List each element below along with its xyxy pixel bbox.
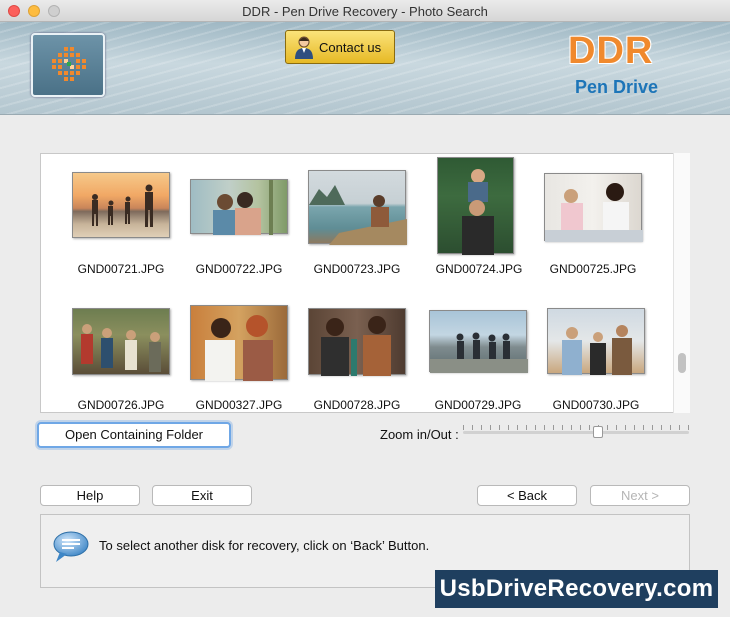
header-banner: Contact us DDR Pen Drive — [0, 22, 730, 115]
brand-name: DDR — [568, 30, 654, 72]
photo-filename: GND00726.JPG — [77, 398, 165, 412]
back-button[interactable]: < Back — [477, 485, 577, 506]
zoom-slider[interactable] — [463, 422, 689, 440]
photo-item[interactable]: GND00728.JPG — [308, 308, 426, 412]
window-title: DDR - Pen Drive Recovery - Photo Search — [242, 4, 488, 19]
status-message: To select another disk for recovery, cli… — [99, 538, 430, 553]
title-bar: DDR - Pen Drive Recovery - Photo Search — [0, 0, 730, 22]
zoom-slider-ticks — [463, 425, 689, 430]
photo-item[interactable]: GND00725.JPG — [544, 173, 662, 282]
photo-thumbnail — [308, 308, 406, 376]
photo-grid: GND00721.JPG GND00722.JPG GND00723.JPG G… — [40, 153, 690, 413]
zoom-label: Zoom in/Out : — [380, 427, 459, 442]
photo-item[interactable]: GND00729.JPG — [429, 310, 547, 412]
photo-filename: GND00721.JPG — [77, 262, 165, 276]
help-button[interactable]: Help — [40, 485, 140, 506]
contact-us-label: Contact us — [319, 39, 382, 55]
photo-filename: GND00722.JPG — [195, 262, 283, 276]
photo-filename: GND00729.JPG — [434, 398, 522, 412]
photo-thumbnail — [547, 308, 645, 375]
photo-filename: GND00723.JPG — [313, 262, 401, 276]
ddr-logo-icon — [52, 47, 86, 81]
scrollbar-thumb[interactable] — [678, 353, 686, 373]
photo-item[interactable]: GND00726.JPG — [72, 308, 190, 412]
photo-grid-scrollbar[interactable] — [673, 153, 690, 413]
photo-thumbnail — [308, 170, 407, 245]
app-logo — [31, 33, 105, 97]
brand-subtitle: Pen Drive — [575, 77, 659, 97]
speech-bubble-icon — [53, 531, 89, 562]
photo-thumbnail — [190, 305, 288, 381]
open-containing-folder-button[interactable]: Open Containing Folder — [37, 422, 231, 448]
photo-filename: GND00725.JPG — [549, 262, 637, 276]
photo-filename: GND00728.JPG — [313, 398, 401, 412]
photo-thumbnail — [190, 179, 288, 235]
support-person-icon — [295, 36, 313, 59]
photo-thumbnail — [72, 172, 170, 238]
watermark-banner: UsbDriveRecovery.com — [435, 570, 718, 608]
photo-thumbnail — [429, 310, 528, 373]
photo-item[interactable]: GND00722.JPG — [190, 179, 308, 282]
photo-item[interactable]: GND00723.JPG — [308, 170, 426, 282]
exit-button[interactable]: Exit — [152, 485, 252, 506]
photo-filename: GND00724.JPG — [435, 262, 523, 276]
contact-us-button[interactable]: Contact us — [285, 30, 395, 64]
zoom-slider-knob[interactable] — [593, 426, 603, 438]
photo-thumbnail — [544, 173, 643, 242]
photo-thumbnail — [437, 157, 514, 255]
zoom-slider-track[interactable] — [463, 431, 689, 434]
photo-item[interactable]: GND00327.JPG — [190, 305, 308, 412]
photo-item[interactable]: GND00721.JPG — [72, 172, 190, 282]
photo-filename: GND00327.JPG — [195, 398, 283, 412]
photo-filename: GND00730.JPG — [552, 398, 640, 412]
photo-thumbnail — [72, 308, 170, 375]
next-button[interactable]: Next > — [590, 485, 690, 506]
photo-item[interactable]: GND00730.JPG — [547, 308, 665, 412]
